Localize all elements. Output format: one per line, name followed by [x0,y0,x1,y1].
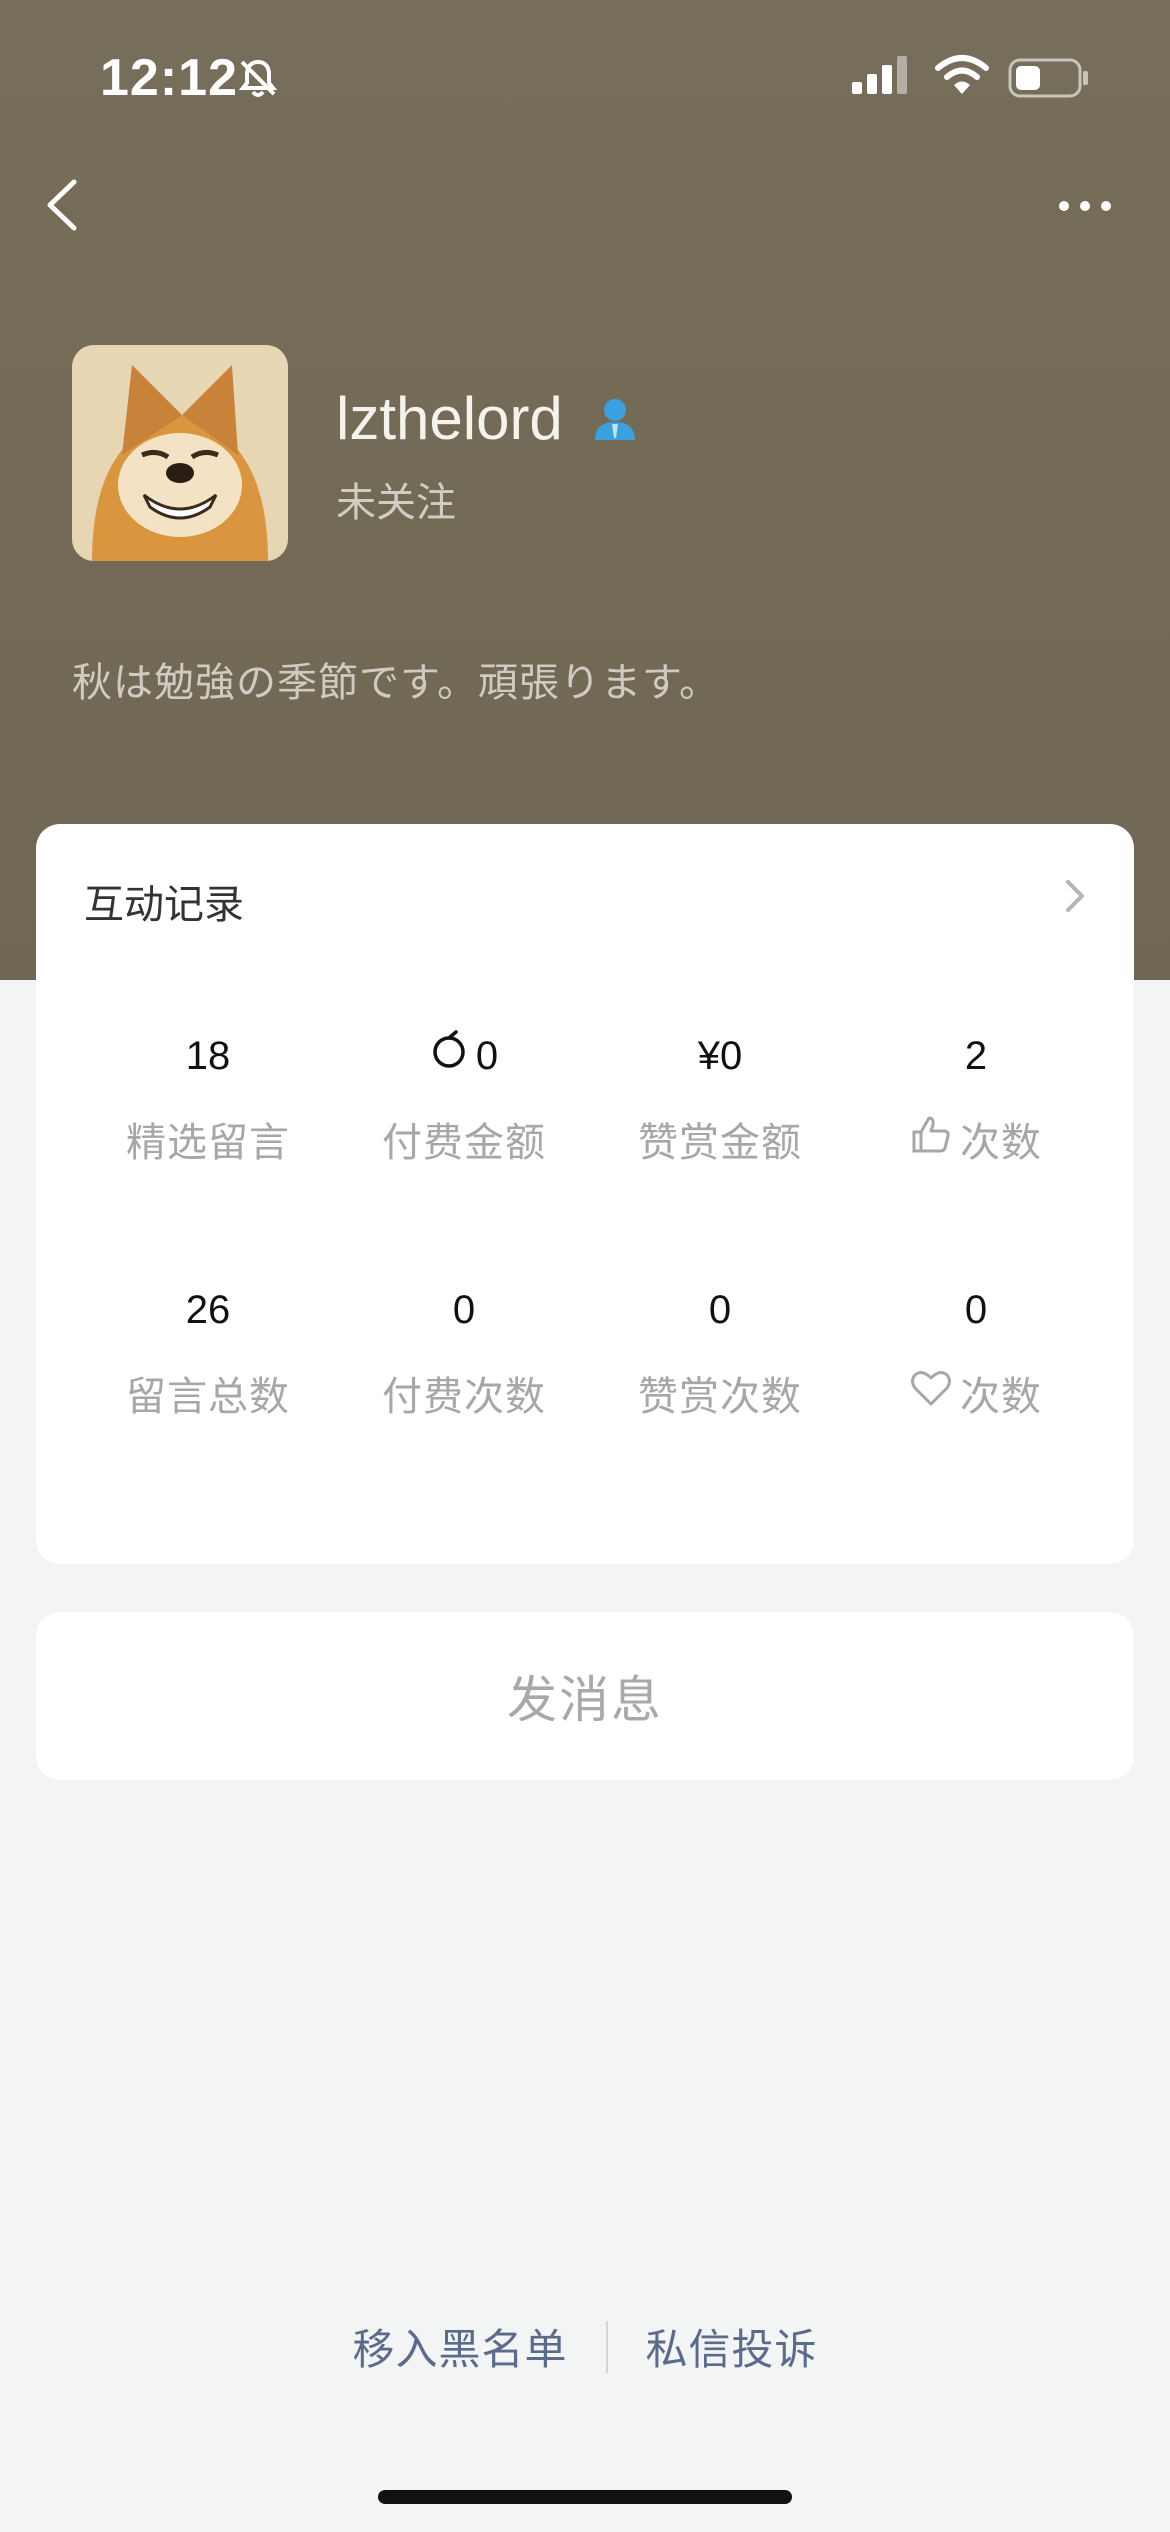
stat-value: 0 [475,1034,499,1078]
stat-label: 次数 [960,1121,1042,1165]
stat-label: 次数 [960,1375,1042,1419]
heart-icon [910,1369,952,1417]
stat-label: 赞赏金额 [638,1121,802,1165]
stat-value: 2 [964,1034,988,1078]
stat-heart-count: 0 次数 [848,1284,1104,1422]
interaction-record-title: 互动记录 [84,883,244,927]
bell-muted-icon [236,56,280,105]
stat-paid-count: 0 付费次数 [336,1284,592,1422]
more-options-icon[interactable] [1050,186,1120,226]
follow-status[interactable]: 未关注 [336,470,456,528]
stat-value: 0 [964,1288,988,1332]
stat-label: 留言总数 [126,1375,290,1419]
stat-label: 精选留言 [126,1121,290,1165]
back-arrow-icon[interactable] [36,170,96,240]
home-indicator[interactable] [378,2490,792,2504]
stat-label: 付费次数 [382,1375,546,1419]
status-time: 12:12 [100,49,238,107]
stat-label: 付费金额 [382,1121,546,1165]
stat-label: 赞赏次数 [638,1375,802,1419]
stat-total-comments: 26 留言总数 [80,1284,336,1422]
stat-paid-amount: 0 付费金额 [336,1029,592,1168]
blacklist-link[interactable]: 移入黑名单 [352,2316,567,2377]
signal-icon [852,56,912,101]
stat-value: 18 [185,1034,231,1078]
report-link[interactable]: 私信投诉 [646,2316,818,2377]
interaction-record-card[interactable]: 互动记录 18 精选留言 0 付费金额 ¥0 赞赏金额 2 次数 26 留言总数… [36,824,1134,1564]
battery-icon [1008,58,1090,103]
footer-links: 移入黑名单 私信投诉 [0,2316,1170,2377]
send-message-button[interactable]: 发消息 [36,1612,1134,1780]
stat-value: 0 [452,1288,476,1332]
coin-icon [430,1029,468,1083]
wifi-icon [934,54,990,101]
send-message-label: 发消息 [507,1672,663,1728]
stat-reward-count: 0 赞赏次数 [592,1284,848,1422]
username: lzthelord [336,385,563,452]
stat-value: 0 [708,1288,732,1332]
bio-text: 秋は勉強の季節です。頑張ります。 [72,661,720,705]
stat-value: 26 [185,1288,231,1332]
avatar[interactable] [72,345,288,561]
thumbs-up-icon [910,1114,952,1164]
chevron-right-icon [1062,876,1088,921]
stat-like-count: 2 次数 [848,1030,1104,1168]
stat-reward-amount: ¥0 赞赏金额 [592,1030,848,1168]
user-badge-icon [590,394,640,449]
stat-featured-comments: 18 精选留言 [80,1030,336,1168]
footer-divider [605,2320,608,2373]
stat-value: ¥0 [697,1034,743,1078]
